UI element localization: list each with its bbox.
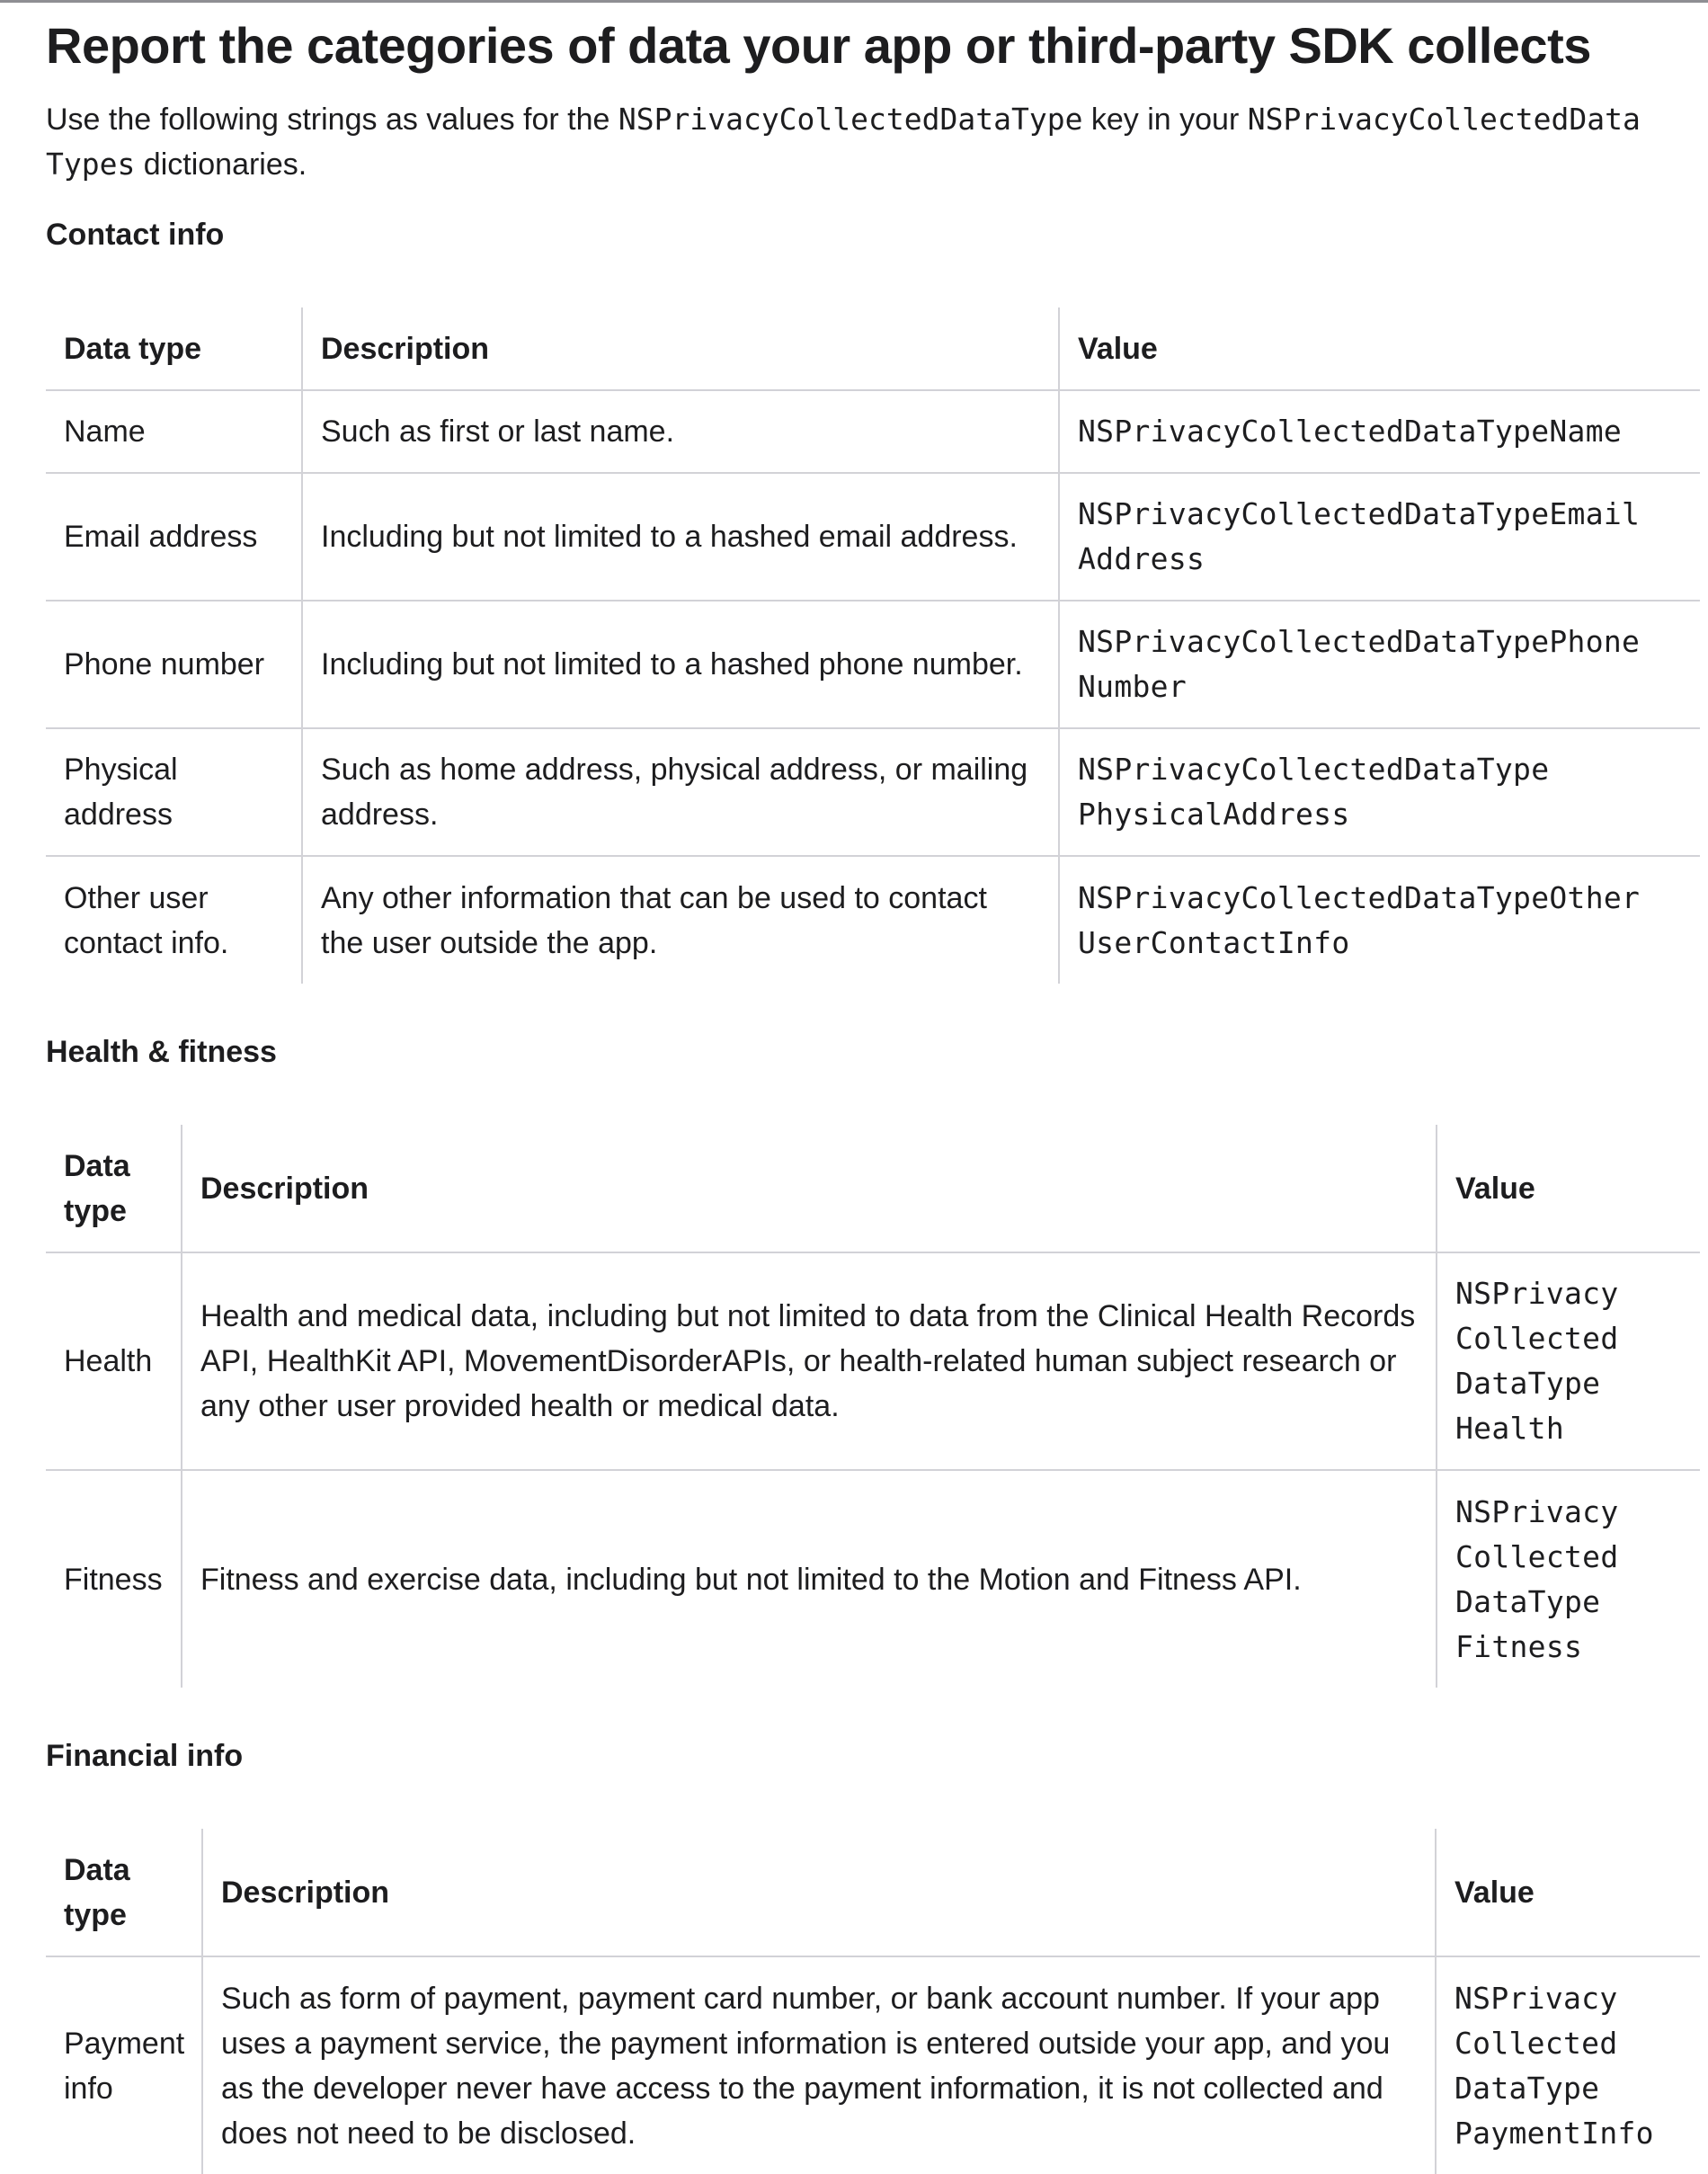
cell-data-type: Other user contact info. — [46, 856, 302, 984]
value-line: UserContactInfo — [1078, 924, 1350, 960]
cell-data-type: Physical address — [46, 728, 302, 857]
value-line: Health — [1455, 1411, 1565, 1446]
table-row-phone-number: Phone number Including but not limited t… — [46, 601, 1700, 729]
column-header-value: Value — [1436, 1125, 1700, 1253]
desc-line: the user outside the app. — [321, 925, 658, 960]
column-header-value: Value — [1058, 307, 1700, 391]
table-row-name: Name Such as first or last name. NSPriva… — [46, 390, 1700, 474]
value-line: Collected — [1455, 1538, 1619, 1574]
value-line: NSPrivacy — [1455, 1493, 1619, 1529]
type-line: Other user — [64, 880, 209, 915]
value-line: PaymentInfo — [1454, 2115, 1654, 2151]
desc-line: address. — [321, 797, 439, 832]
cell-description: Such as home address, physical address, … — [301, 728, 1059, 857]
cell-value: NSPrivacy Collected DataType Health — [1436, 1252, 1700, 1471]
contact-info-table: Data type Description Value Name Such as… — [46, 307, 1700, 984]
value-line: NSPrivacyCollectedDataTypeEmail — [1078, 496, 1641, 531]
cell-description: Such as first or last name. — [301, 390, 1059, 474]
cell-description: Fitness and exercise data, including but… — [181, 1470, 1437, 1688]
column-header-data-type: Data type — [46, 307, 302, 391]
intro-text-before: Use the following strings as values for … — [46, 102, 618, 137]
value-line: NSPrivacyCollectedDataType — [1078, 752, 1550, 787]
table-row-email-address: Email address Including but not limited … — [46, 473, 1700, 601]
table-row-physical-address: Physical address Such as home address, ph… — [46, 728, 1700, 857]
column-header-description: Description — [181, 1125, 1437, 1253]
intro-text-middle: key in your — [1082, 102, 1248, 137]
column-header-data-type: Data type — [46, 1125, 182, 1253]
table-header-row: Data type Description Value — [46, 307, 1700, 391]
cell-description: Including but not limited to a hashed ph… — [301, 601, 1059, 729]
type-line: info — [64, 2071, 113, 2106]
cell-value: NSPrivacyCollectedDataTypeName — [1058, 390, 1700, 474]
column-header-value: Value — [1435, 1829, 1700, 1957]
table-row-payment-info: Payment info Such as form of payment, pay… — [46, 1956, 1700, 2174]
top-divider — [0, 0, 1708, 3]
desc-line: Any other information that can be used t… — [321, 880, 987, 915]
value-line: NSPrivacy — [1454, 1980, 1618, 2016]
page-title: Report the categories of data your app o… — [46, 17, 1591, 74]
cell-data-type: Health — [46, 1252, 182, 1471]
cell-description: Including but not limited to a hashed em… — [301, 473, 1059, 601]
intro-key-code: NSPrivacyCollectedDataType — [618, 102, 1083, 137]
cell-value: NSPrivacyCollectedDataTypeEmail Address — [1058, 473, 1700, 601]
value-line: Collected — [1454, 2025, 1618, 2061]
cell-data-type: Phone number — [46, 601, 302, 729]
cell-data-type: Email address — [46, 473, 302, 601]
table-row-health: Health Health and medical data, includin… — [46, 1252, 1700, 1471]
intro-paragraph: Use the following strings as values for … — [46, 97, 1704, 187]
column-header-description: Description — [301, 307, 1059, 391]
intro-dict-code-cont: Types — [46, 147, 136, 182]
type-line: Payment — [64, 2026, 185, 2061]
column-header-description: Description — [201, 1829, 1436, 1957]
cell-data-type: Payment info — [46, 1956, 202, 2174]
value-line: PhysicalAddress — [1078, 797, 1350, 832]
value-line: NSPrivacyCollectedDataTypeName — [1078, 414, 1623, 449]
value-line: Number — [1078, 669, 1188, 704]
cell-value: NSPrivacyCollectedDataTypePhone Number — [1058, 601, 1700, 729]
value-line: NSPrivacyCollectedDataTypeOther — [1078, 879, 1641, 915]
cell-data-type: Fitness — [64, 1562, 163, 1597]
section-heading-contact-info: Contact info — [46, 218, 225, 252]
desc-line: Such as home address, physical address, … — [321, 753, 1028, 787]
value-line: Fitness — [1455, 1628, 1583, 1664]
intro-text-after: dictionaries. — [135, 147, 307, 182]
financial-info-table: Data type Description Value Payment info … — [46, 1829, 1700, 2174]
cell-value: NSPrivacyCollectedDataTypeOther UserConta… — [1058, 856, 1700, 984]
cell-value: NSPrivacy Collected DataType Fitness — [1436, 1470, 1700, 1688]
intro-dict-code: NSPrivacyCollectedData — [1247, 102, 1641, 137]
value-line: NSPrivacyCollectedDataTypePhone — [1078, 624, 1641, 659]
cell-data-type: Name — [46, 390, 302, 474]
value-line: Address — [1078, 541, 1205, 576]
value-line: Collected — [1455, 1321, 1619, 1356]
value-line: DataType — [1454, 2070, 1600, 2106]
cell-description: Health and medical data, including but n… — [181, 1252, 1437, 1471]
cell-value: NSPrivacyCollectedDataType PhysicalAddres… — [1058, 728, 1700, 857]
value-line: DataType — [1455, 1366, 1601, 1401]
table-row-other-user-contact-info: Other user contact info. Any other inform… — [46, 856, 1700, 984]
section-heading-health-fitness: Health & fitness — [46, 1035, 277, 1069]
column-header-data-type: Data type — [46, 1829, 202, 1957]
cell-value: NSPrivacy Collected DataType PaymentInfo — [1435, 1956, 1700, 2174]
value-line: DataType — [1455, 1583, 1601, 1619]
type-line: contact info. — [64, 925, 229, 960]
table-header-row: Data type Description Value — [46, 1829, 1700, 1957]
value-line: NSPrivacy — [1455, 1276, 1619, 1311]
cell-description: Such as form of payment, payment card nu… — [201, 1956, 1436, 2174]
health-fitness-table: Data type Description Value Health Healt… — [46, 1125, 1700, 1688]
type-line: address — [64, 797, 173, 832]
section-heading-financial-info: Financial info — [46, 1739, 244, 1773]
table-header-row: Data type Description Value — [46, 1125, 1700, 1253]
type-line: Physical — [64, 753, 178, 787]
table-row-fitness: Fitness Fitness and exercise data, inclu… — [46, 1470, 1700, 1688]
cell-description: Any other information that can be used t… — [301, 856, 1059, 984]
